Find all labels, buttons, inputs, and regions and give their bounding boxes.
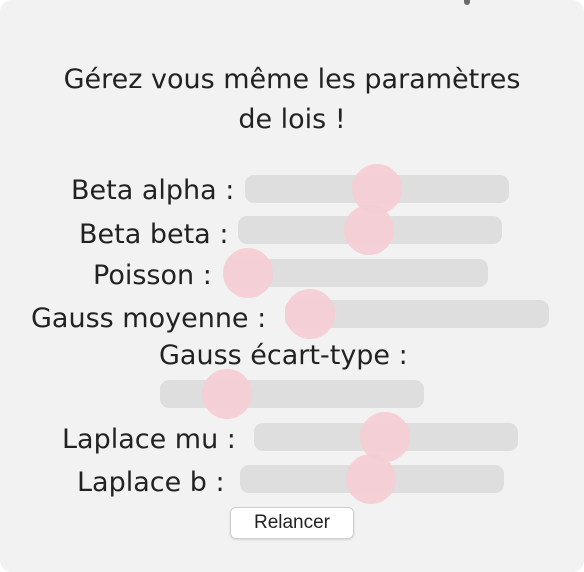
- laplace-mu-label: Laplace mu :: [62, 424, 236, 455]
- gauss-mean-slider[interactable]: [285, 289, 549, 339]
- panel-title-line-2: de lois !: [238, 104, 346, 135]
- poisson-slider[interactable]: [223, 248, 488, 298]
- panel-title-line-1: Gérez vous même les paramètres: [63, 64, 521, 95]
- slider-thumb[interactable]: [346, 454, 396, 504]
- slider-track[interactable]: [160, 380, 424, 408]
- laplace-b-label: Laplace b :: [77, 467, 225, 498]
- parameters-panel: Gérez vous même les paramètres de lois !…: [0, 0, 584, 572]
- beta-alpha-label: Beta alpha :: [71, 175, 235, 206]
- slider-thumb[interactable]: [285, 289, 335, 339]
- slider-thumb[interactable]: [202, 369, 252, 419]
- poisson-label: Poisson :: [93, 260, 212, 291]
- gauss-stddev-slider[interactable]: [160, 369, 424, 419]
- laplace-mu-slider[interactable]: [254, 412, 518, 462]
- beta-alpha-slider[interactable]: [245, 164, 509, 214]
- menu-dot-icon[interactable]: [464, 0, 470, 5]
- restart-button[interactable]: Relancer: [230, 507, 354, 539]
- laplace-b-slider[interactable]: [240, 454, 504, 504]
- gauss-stddev-label: Gauss écart-type :: [159, 340, 408, 371]
- beta-beta-slider[interactable]: [238, 205, 502, 255]
- gauss-mean-label: Gauss moyenne :: [31, 303, 267, 334]
- slider-thumb[interactable]: [223, 248, 273, 298]
- slider-thumb[interactable]: [344, 205, 394, 255]
- beta-beta-label: Beta beta :: [79, 219, 229, 250]
